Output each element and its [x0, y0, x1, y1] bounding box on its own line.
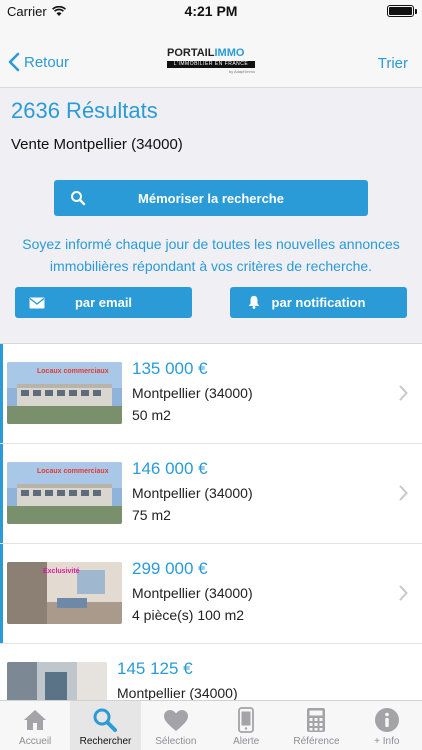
photo-caption: Locaux commerciaux — [37, 368, 109, 375]
listing-item[interactable]: 145 125 € Montpellier (34000) — [0, 644, 422, 700]
tab-label: Alerte — [233, 736, 260, 747]
search-description: Vente Montpellier (34000) — [11, 136, 183, 153]
phone-icon — [233, 707, 259, 733]
listing-item[interactable]: Exclusivité 299 000 € Montpellier (34000… — [0, 544, 422, 644]
search-icon — [92, 707, 118, 733]
status-bar: Carrier 4:21 PM — [0, 0, 422, 22]
search-icon — [71, 191, 86, 206]
listing-price: 135 000 € — [132, 359, 208, 378]
listing-city: Montpellier (34000) — [117, 685, 238, 700]
chevron-right-icon — [399, 485, 408, 501]
listing-accent-bar — [0, 344, 3, 443]
listing-price: 299 000 € — [132, 559, 208, 578]
tab-rechercher[interactable]: Rechercher — [70, 701, 141, 750]
photo-caption: Locaux commerciaux — [37, 468, 109, 475]
photo-caption: Exclusivité — [43, 568, 80, 575]
listing-price: 145 125 € — [117, 659, 193, 678]
chevron-left-icon — [8, 52, 20, 72]
listing-price: 146 000 € — [132, 459, 208, 478]
listing-accent-bar — [0, 544, 3, 643]
listing-accent-bar — [0, 444, 3, 543]
listing-photo — [7, 662, 107, 700]
back-label: Retour — [24, 53, 70, 71]
listing-photo: Locaux commerciaux — [7, 362, 122, 424]
alert-info-text: Soyez informé chaque jour de toutes les … — [22, 236, 400, 274]
bell-icon — [248, 295, 260, 309]
listing-details: 4 pièce(s) 100 m2 — [132, 607, 245, 623]
tab-alerte[interactable]: Alerte — [211, 701, 281, 750]
email-alert-label: par email — [74, 295, 133, 310]
chevron-right-icon — [399, 385, 408, 401]
tab-info[interactable]: + Info — [352, 701, 422, 750]
listing-item[interactable]: Locaux commerciaux 135 000 € Montpellier… — [0, 344, 422, 444]
tab-reference[interactable]: Référence — [281, 701, 351, 750]
tab-label: + Info — [374, 736, 400, 747]
save-search-button[interactable]: Mémoriser la recherche — [54, 180, 368, 216]
tab-label: Accueil — [19, 736, 52, 747]
info-icon — [374, 707, 400, 733]
tab-label: Rechercher — [79, 736, 132, 747]
tab-selection[interactable]: Sélection — [141, 701, 211, 750]
listing-photo: Exclusivité — [7, 562, 122, 624]
save-search-label: Mémoriser la recherche — [138, 190, 284, 206]
navigation-bar: Retour PORTAIL IMMO L'IMMOBILIER EN FRANC… — [0, 22, 422, 88]
listing-details: 50 m2 — [132, 407, 171, 423]
listing-list: Locaux commerciaux 135 000 € Montpellier… — [0, 343, 422, 700]
listing-city: Montpellier (34000) — [132, 385, 253, 401]
tab-label: Sélection — [155, 736, 197, 747]
heart-icon — [163, 707, 189, 733]
tab-bar: Accueil Rechercher Sélection Alerte Réfé… — [0, 700, 422, 750]
tab-accueil[interactable]: Accueil — [0, 701, 70, 750]
sort-button[interactable]: Trier — [378, 55, 408, 72]
notification-alert-button[interactable]: par notification — [230, 287, 407, 318]
battery-icon — [387, 5, 417, 17]
listing-photo: Locaux commerciaux — [7, 462, 122, 524]
results-count-title: 2636 Résultats — [11, 98, 158, 123]
notification-alert-label: par notification — [271, 295, 366, 310]
calculator-icon — [303, 707, 329, 733]
listing-city: Montpellier (34000) — [132, 485, 253, 501]
email-alert-button[interactable]: par email — [15, 287, 192, 318]
back-button[interactable]: Retour — [8, 52, 69, 72]
clock: 4:21 PM — [184, 3, 238, 19]
home-icon — [22, 707, 48, 733]
envelope-icon — [29, 297, 45, 309]
listing-item[interactable]: Locaux commerciaux 146 000 € Montpellier… — [0, 444, 422, 544]
listing-city: Montpellier (34000) — [132, 585, 253, 601]
listing-details: 75 m2 — [132, 507, 171, 523]
portail-immo-logo: PORTAIL IMMO L'IMMOBILIER EN FRANCE by Ad… — [167, 47, 255, 74]
tab-label: Référence — [293, 736, 340, 747]
chevron-right-icon — [399, 585, 408, 601]
